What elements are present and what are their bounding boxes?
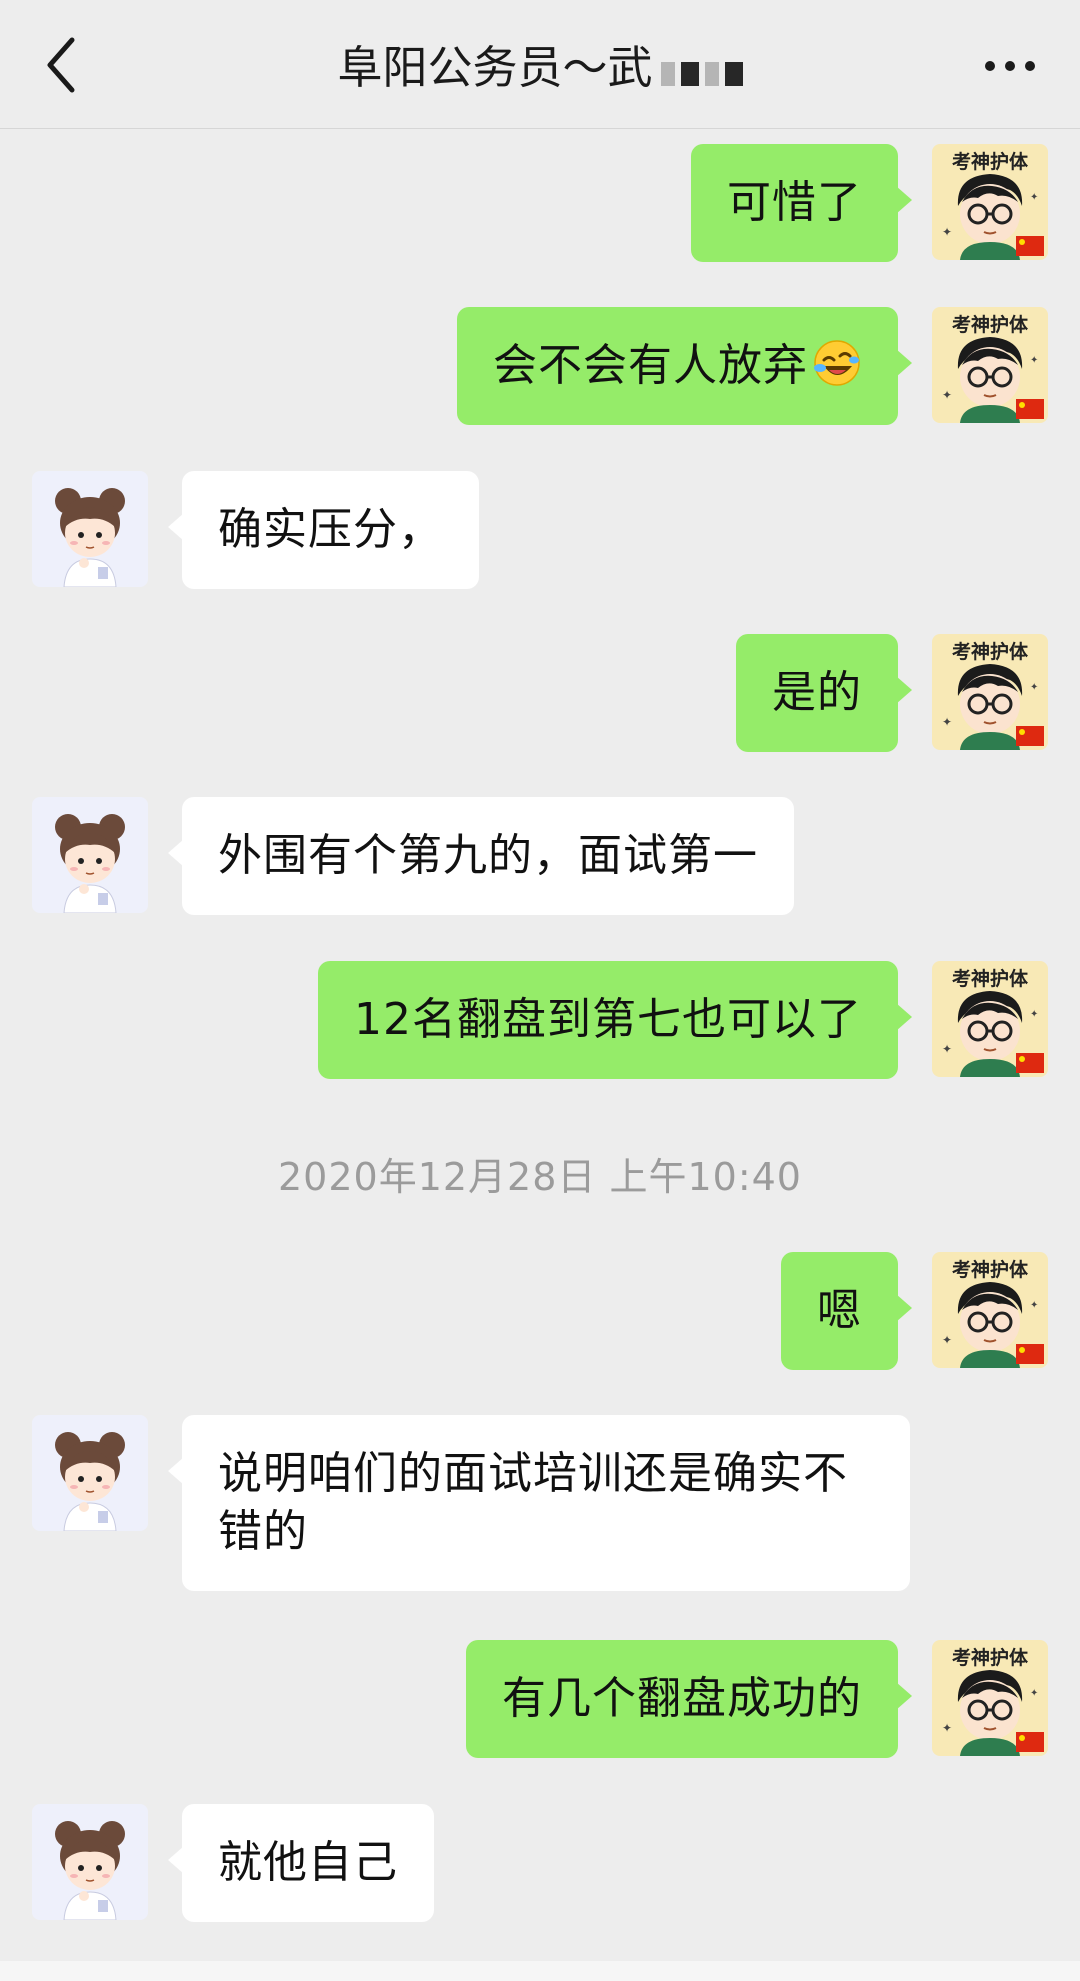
chat-title-text: 阜阳公务员～武 <box>337 41 653 94</box>
message-text: 确实压分， <box>218 504 443 555</box>
message-bubble[interactable]: 就他自己 <box>168 1804 434 1922</box>
chat-timestamp: 2020年12月28日 上午10:40 <box>277 1155 802 1199</box>
message-bubble[interactable]: 说明咱们的面试培训还是确实不错的 <box>168 1415 910 1591</box>
message-text: 会不会有人放弃 <box>493 340 808 391</box>
message-bubble[interactable]: 可惜了 <box>691 144 912 262</box>
cartoon-girl-buns-avatar <box>32 1415 148 1531</box>
chevron-left-icon <box>47 37 75 93</box>
cartoon-girl-buns-avatar <box>32 471 148 587</box>
contact-avatar[interactable] <box>32 471 148 587</box>
cartoon-girl-buns-avatar <box>32 1804 148 1920</box>
bottom-edge <box>0 1961 1080 1981</box>
message-bubble[interactable]: 确实压分， <box>168 471 479 589</box>
self-avatar[interactable] <box>932 1640 1048 1756</box>
message-bubble[interactable]: 有几个翻盘成功的 <box>466 1640 912 1758</box>
self-avatar[interactable] <box>932 961 1048 1077</box>
chat-title: 阜阳公务员～武 <box>200 36 880 100</box>
message-text: 就他自己 <box>218 1837 398 1888</box>
message-text: 外围有个第九的，面试第一 <box>218 830 758 881</box>
message-text: 可惜了 <box>727 177 862 228</box>
self-avatar[interactable] <box>932 634 1048 750</box>
cartoon-boy-glasses-avatar <box>932 634 1048 750</box>
message-text: 嗯 <box>817 1285 862 1336</box>
self-avatar[interactable] <box>932 1252 1048 1368</box>
contact-avatar[interactable] <box>32 1804 148 1920</box>
redacted-name-mark <box>655 39 743 103</box>
contact-avatar[interactable] <box>32 1415 148 1531</box>
self-avatar[interactable] <box>932 307 1048 423</box>
cartoon-girl-buns-avatar <box>32 797 148 913</box>
message-bubble[interactable]: 是的 <box>736 634 912 752</box>
back-button[interactable] <box>32 28 92 102</box>
cartoon-boy-glasses-avatar <box>932 961 1048 1077</box>
message-bubble[interactable]: 外围有个第九的，面试第一 <box>168 797 794 915</box>
message-bubble[interactable]: 12名翻盘到第七也可以了 <box>318 961 912 1079</box>
self-avatar[interactable] <box>932 144 1048 260</box>
message-text: 12名翻盘到第七也可以了 <box>354 994 862 1045</box>
cartoon-boy-glasses-avatar <box>932 307 1048 423</box>
cartoon-boy-glasses-avatar <box>932 1640 1048 1756</box>
more-dots-icon <box>985 61 1035 71</box>
cartoon-boy-glasses-avatar <box>932 144 1048 260</box>
message-text: 说明咱们的面试培训还是确实不错的 <box>218 1448 848 1557</box>
rolling-laughing-emoji <box>814 340 860 386</box>
message-text: 是的 <box>772 667 862 718</box>
message-bubble[interactable]: 嗯 <box>781 1252 912 1370</box>
cartoon-boy-glasses-avatar <box>932 1252 1048 1368</box>
message-text: 有几个翻盘成功的 <box>502 1673 862 1724</box>
contact-avatar[interactable] <box>32 797 148 913</box>
more-button[interactable] <box>972 30 1048 100</box>
chat-header: 阜阳公务员～武 <box>0 0 1080 129</box>
message-bubble[interactable]: 会不会有人放弃 <box>457 307 912 425</box>
